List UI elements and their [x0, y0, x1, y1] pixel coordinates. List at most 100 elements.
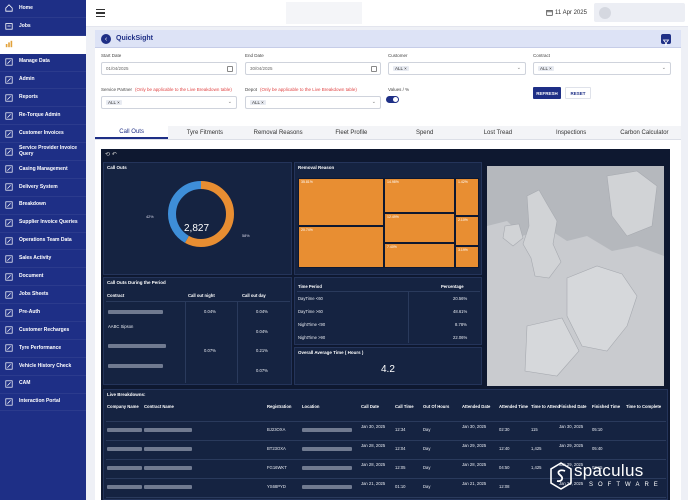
sidebar-item[interactable]: Supplier Invoice Queries — [0, 215, 86, 233]
sidebar-item[interactable]: Breakdown — [0, 197, 86, 215]
sidebar-item[interactable]: Service Provider Invoice Query — [0, 143, 86, 162]
values-label: Values / % — [388, 87, 410, 92]
live-cell: Jan 29, 2025 — [462, 443, 487, 448]
sidebar-item-label: Vehicle History Check — [19, 362, 72, 369]
live-cell: Jan 30, 2025 — [361, 424, 386, 429]
cell: 0.07% — [204, 348, 216, 353]
treemap-cell: 12.49% — [384, 213, 455, 243]
live-col-header[interactable]: Out Of Hours — [423, 404, 459, 409]
filter-icon[interactable] — [661, 34, 671, 46]
current-date: 11 Apr 2025 — [546, 9, 587, 16]
sidebar-item[interactable]: Document — [0, 268, 86, 287]
sidebar-item[interactable]: Jobs — [0, 18, 86, 36]
cell: 0.04% — [256, 329, 268, 334]
sidebar-item-label: Service Provider Invoice Query — [19, 145, 78, 157]
sidebar-item[interactable]: Customer Invoices — [0, 125, 86, 144]
tab-fleet-profile[interactable]: Fleet Profile — [315, 126, 388, 139]
tab-spend[interactable]: Spend — [388, 126, 461, 139]
live-col-header[interactable]: Time to Complete — [626, 404, 662, 409]
sidebar-item[interactable]: Reports — [0, 89, 86, 108]
treemap-cell: 1.42% — [455, 178, 479, 216]
customer-select[interactable]: ALL × ⌄ — [388, 62, 526, 75]
live-cell: BJ23OXA — [267, 427, 286, 432]
menu-icon[interactable] — [96, 9, 105, 17]
depot-select[interactable]: ALL × ⌄ — [245, 96, 381, 109]
map[interactable] — [487, 166, 664, 386]
depot-chip[interactable]: ALL × — [250, 100, 266, 105]
edit-icon — [4, 291, 13, 299]
customer-label: Customer — [388, 53, 408, 58]
sidebar-item[interactable]: Pre-Auth — [0, 304, 86, 323]
live-cell: Jan 28, 2025 — [462, 462, 487, 467]
live-col-header[interactable]: Location — [302, 404, 338, 409]
back-icon[interactable]: ‹ — [101, 34, 111, 44]
avg-time-tile: Overall Average Time ( Hours ) 4.2 — [294, 347, 482, 385]
redacted-cell — [144, 447, 192, 451]
depot-label: Depot (Only be applicable to the Live Bre… — [245, 87, 357, 92]
sidebar-item[interactable]: Delivery System — [0, 179, 86, 197]
service-partner-select[interactable]: ALL × ⌄ — [101, 96, 237, 109]
undo-redo-icons[interactable]: ⟲ ↶ — [105, 151, 117, 158]
live-col-header[interactable]: Registration — [267, 404, 303, 409]
topbar: 11 Apr 2025 — [86, 0, 688, 27]
sidebar-item[interactable]: Jobs Sheets — [0, 286, 86, 305]
sidebar-item-label: Supplier Invoice Queries — [19, 219, 78, 226]
live-col-header[interactable]: Contract Name — [144, 404, 180, 409]
live-cell: Day — [423, 484, 431, 489]
start-date-field[interactable]: 01/04/2025 — [101, 62, 237, 75]
edit-icon — [4, 148, 13, 156]
callouts-tile: Call Outs 2,827 42% 58% — [103, 162, 292, 275]
sidebar-item[interactable]: Interaction Portal — [0, 394, 86, 412]
end-date-field[interactable]: 30/04/2025 — [245, 62, 381, 75]
edit-icon — [4, 362, 13, 370]
edit-icon — [4, 201, 13, 209]
sidebar-item-label: Customer Recharges — [19, 326, 70, 333]
live-col-header[interactable]: Attended Time — [499, 404, 535, 409]
sidebar: Home Jobs Manage Data Admin Reports Re-Torque… — [0, 0, 86, 500]
sidebar-item[interactable]: Home — [0, 0, 86, 18]
removal-reason-tile: Removal Reason 35.81% 20.74% 14.98% 12.4… — [294, 162, 482, 275]
live-col-header[interactable]: Company Name — [107, 404, 143, 409]
jobs-icon — [4, 22, 13, 30]
live-col-header[interactable]: Finished Time — [592, 404, 628, 409]
tab-carbon-calculator[interactable]: Carbon Calculator — [608, 126, 681, 139]
reset-button[interactable]: RESET — [565, 87, 591, 99]
contract-select[interactable]: ALL × ⌄ — [533, 62, 671, 75]
live-cell: 05:10 — [592, 427, 603, 432]
sidebar-item[interactable]: Admin — [0, 72, 86, 90]
live-col-header[interactable]: Call Date — [361, 404, 397, 409]
start-date-label: Start Date — [101, 53, 122, 58]
sidebar-item[interactable]: Re-Torque Admin — [0, 107, 86, 126]
calendar-icon — [227, 66, 233, 72]
sidebar-item[interactable]: CAM — [0, 376, 86, 394]
live-col-header[interactable]: Attended Date — [462, 404, 498, 409]
sidebar-item[interactable]: Vehicle History Check — [0, 358, 86, 376]
cell: 8.78% — [455, 322, 467, 327]
customer-chip[interactable]: ALL × — [393, 66, 409, 71]
values-toggle[interactable] — [386, 96, 399, 103]
sidebar-item-label: Delivery System — [19, 183, 58, 190]
chevron-down-icon: ⌄ — [371, 99, 376, 105]
tab-call-outs[interactable]: Call Outs — [95, 126, 169, 139]
sidebar-item[interactable] — [0, 35, 86, 54]
page-title: QuickSight — [116, 35, 153, 42]
sidebar-item[interactable]: Tyre Performance — [0, 340, 86, 358]
redacted-cell — [107, 485, 142, 489]
service-partner-chip[interactable]: ALL × — [106, 100, 122, 105]
tab-removal-reasons[interactable]: Removal Reasons — [242, 126, 315, 139]
live-cell: Jan 30, 2025 — [462, 424, 487, 429]
tab-inspections[interactable]: Inspections — [535, 126, 608, 139]
sidebar-item[interactable]: Customer Recharges — [0, 322, 86, 340]
sidebar-item[interactable]: Casing Management — [0, 161, 86, 179]
sidebar-item[interactable]: Manage Data — [0, 54, 86, 72]
sidebar-item[interactable]: Operations Team Data — [0, 233, 86, 251]
contract-chip[interactable]: ALL × — [538, 66, 554, 71]
live-cell: 04:50 — [499, 465, 510, 470]
user-menu[interactable] — [594, 3, 685, 22]
sidebar-item[interactable]: Sales Activity — [0, 250, 86, 269]
refresh-button[interactable]: REFRESH — [533, 87, 561, 99]
live-col-header[interactable]: Finished Date — [559, 404, 595, 409]
tab-lost-tread[interactable]: Lost Tread — [461, 126, 534, 139]
chevron-down-icon: ⌄ — [516, 65, 521, 71]
tab-tyre-fitments[interactable]: Tyre Fitments — [168, 126, 241, 139]
